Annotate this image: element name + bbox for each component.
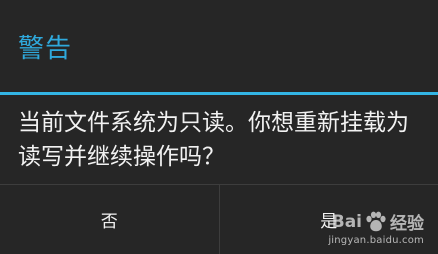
alert-dialog: 警告 当前文件系统为只读。你想重新挂载为读写并继续操作吗？ 否 是 Bai 经验…: [0, 0, 438, 254]
title-divider: [0, 92, 438, 95]
no-button[interactable]: 否: [0, 185, 219, 254]
dialog-message: 当前文件系统为只读。你想重新挂载为读写并继续操作吗？: [18, 110, 409, 170]
watermark-brand-left: Bai: [331, 211, 362, 232]
paw-icon: [366, 211, 386, 231]
dialog-title-bar: 警告: [0, 0, 438, 92]
no-button-label: 否: [100, 212, 118, 232]
watermark-brand-right: 经验: [390, 214, 424, 234]
baidu-jingyan-watermark: Bai 经验 jingyan.baidu.com: [328, 209, 424, 246]
dialog-title: 警告: [18, 33, 73, 64]
watermark-brand: Bai 经验: [332, 209, 424, 234]
watermark-url: jingyan.baidu.com: [328, 235, 424, 246]
